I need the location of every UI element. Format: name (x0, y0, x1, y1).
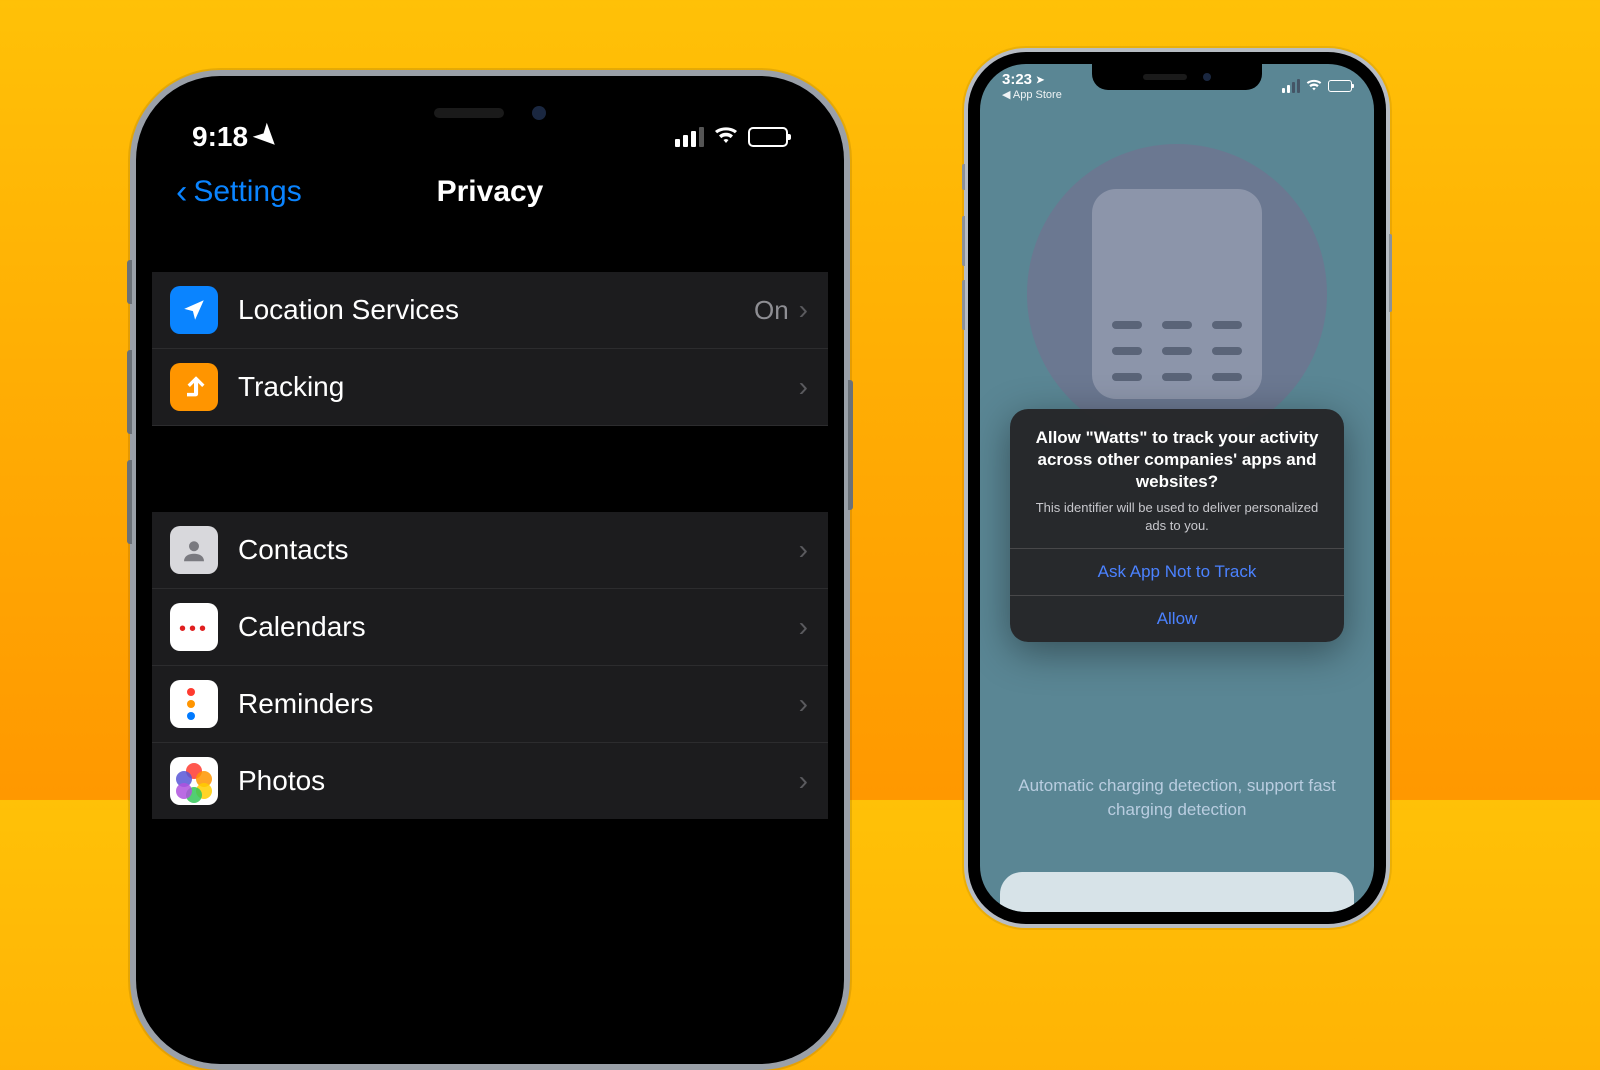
volume-down-button (962, 280, 965, 330)
chevron-right-icon: › (799, 371, 808, 403)
back-button[interactable]: ‹ Settings (176, 173, 302, 212)
chevron-right-icon: › (799, 534, 808, 566)
tracking-permission-alert: Allow "Watts" to track your activity acr… (1010, 409, 1344, 642)
alert-title: Allow "Watts" to track your activity acr… (1028, 427, 1326, 493)
nav-bar: ‹ Settings Privacy (152, 162, 828, 222)
photos-icon (170, 757, 218, 805)
cellular-icon (675, 127, 704, 147)
row-label: Photos (238, 765, 799, 797)
notch (1092, 64, 1262, 90)
row-reminders[interactable]: Reminders › (152, 666, 828, 743)
volume-silent-switch (962, 164, 965, 190)
volume-silent-switch (127, 260, 132, 304)
alert-subtitle: This identifier will be used to deliver … (1028, 499, 1326, 534)
contacts-icon (170, 526, 218, 574)
row-location-services[interactable]: Location Services On › (152, 272, 828, 349)
location-services-icon (170, 286, 218, 334)
row-value: On (754, 295, 789, 326)
chevron-left-icon: ‹ (176, 173, 187, 212)
row-tracking[interactable]: Tracking › (152, 349, 828, 426)
volume-up-button (127, 350, 132, 434)
row-label: Reminders (238, 688, 799, 720)
phone-left: 9:18 ➤ ‹ Settings Privacy (130, 70, 850, 1070)
wifi-icon (714, 124, 738, 150)
chevron-right-icon: › (799, 688, 808, 720)
row-label: Location Services (238, 294, 754, 326)
row-calendars[interactable]: ••• Calendars › (152, 589, 828, 666)
chevron-right-icon: › (799, 765, 808, 797)
phone-right: 3:23 ➤ ◀ App Store (964, 48, 1390, 928)
app-caption: Automatic charging detection, support fa… (980, 774, 1374, 822)
calendar-icon: ••• (170, 603, 218, 651)
app-hero-circle (1027, 144, 1327, 444)
row-photos[interactable]: Photos › (152, 743, 828, 819)
caption-text: Automatic charging detection, support fa… (1008, 774, 1346, 822)
volume-up-button (962, 216, 965, 266)
allow-button[interactable]: Allow (1010, 595, 1344, 642)
calculator-graphic (1092, 189, 1262, 399)
chevron-right-icon: › (799, 294, 808, 326)
page-title: Privacy (437, 175, 544, 209)
power-button (1389, 234, 1392, 312)
power-button (848, 380, 853, 510)
notch (350, 92, 630, 134)
chevron-right-icon: › (799, 611, 808, 643)
status-time: 9:18 (192, 121, 248, 153)
ask-not-to-track-button[interactable]: Ask App Not to Track (1010, 548, 1344, 595)
back-label: Settings (193, 175, 301, 209)
row-contacts[interactable]: Contacts › (152, 512, 828, 589)
tracking-icon (170, 363, 218, 411)
volume-down-button (127, 460, 132, 544)
reminders-icon (170, 680, 218, 728)
location-icon: ➤ (247, 116, 287, 156)
row-label: Contacts (238, 534, 799, 566)
row-label: Calendars (238, 611, 799, 643)
bottom-card (1000, 872, 1354, 912)
battery-icon (748, 127, 788, 147)
row-label: Tracking (238, 371, 799, 403)
